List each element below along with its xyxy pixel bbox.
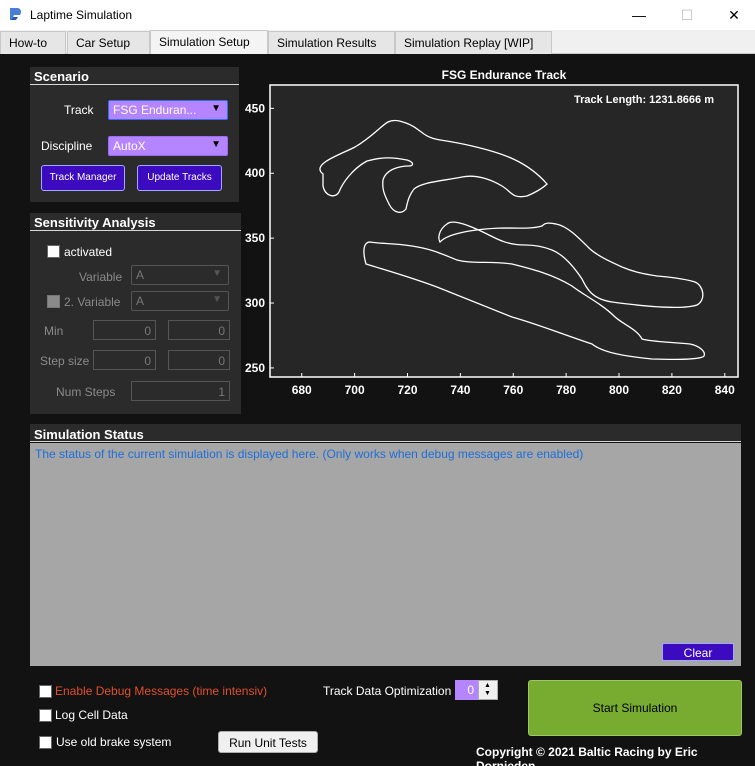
discipline-dropdown[interactable]: AutoX ▼ xyxy=(108,136,228,156)
x-tick-label: 760 xyxy=(503,383,523,397)
x-tick-label: 780 xyxy=(556,383,576,397)
y-tick-label: 450 xyxy=(245,101,265,115)
spin-down-icon[interactable]: ▼ xyxy=(484,690,491,697)
variable-value: A xyxy=(136,268,145,282)
x-tick-label: 680 xyxy=(292,383,312,397)
min-input-1[interactable]: 0 xyxy=(93,320,156,340)
track-value: FSG Enduran... xyxy=(113,103,197,117)
track-plot: 680 700 720 740 760 780 800 820 840 450 400 350 300… xyxy=(245,84,739,397)
step-size-input-1[interactable]: 0 xyxy=(93,350,156,370)
variable-label: Variable xyxy=(79,270,123,284)
debug-label: Enable Debug Messages (time intensiv) xyxy=(55,684,268,698)
log-cell-label: Log Cell Data xyxy=(55,708,128,722)
status-title: Simulation Status xyxy=(30,424,741,442)
minimize-button[interactable]: — xyxy=(616,0,662,30)
log-cell-checkbox[interactable] xyxy=(39,709,52,722)
track-label: Track xyxy=(64,103,94,117)
plot-area xyxy=(269,84,739,378)
tab-car-setup[interactable]: Car Setup xyxy=(67,31,150,54)
scenario-title: Scenario xyxy=(30,67,239,85)
status-output: The status of the current simulation is … xyxy=(30,443,741,666)
run-unit-tests-button[interactable]: Run Unit Tests xyxy=(218,731,318,753)
x-tick-label: 800 xyxy=(609,383,629,397)
variable2-label: 2. Variable xyxy=(64,295,121,309)
track-length-annotation: Track Length: 1231.8666 m xyxy=(574,94,714,106)
num-steps-input[interactable]: 1 xyxy=(131,381,230,401)
title-bar: Laptime Simulation — ☐ ✕ xyxy=(0,0,755,30)
step-size-label: Step size xyxy=(40,354,90,368)
tab-bar: How-to Car Setup Simulation Setup Simula… xyxy=(0,30,755,54)
clear-button[interactable]: Clear xyxy=(662,643,734,661)
variable-dropdown[interactable]: A ▼ xyxy=(131,265,229,285)
x-tick-label: 700 xyxy=(345,383,365,397)
variable2-value: A xyxy=(136,294,145,308)
copyright-text: Copyright © 2021 Baltic Racing by Eric D… xyxy=(476,745,698,766)
track-manager-button[interactable]: Track Manager xyxy=(41,165,125,191)
tab-simulation-replay[interactable]: Simulation Replay [WIP] xyxy=(395,31,552,54)
x-tick-label: 840 xyxy=(715,383,735,397)
x-tick-label: 720 xyxy=(397,383,417,397)
chevron-down-icon: ▼ xyxy=(212,268,222,279)
old-brake-checkbox[interactable] xyxy=(39,736,52,749)
track-dropdown[interactable]: FSG Enduran... ▼ xyxy=(108,100,228,120)
debug-checkbox[interactable] xyxy=(39,685,52,698)
sensitivity-panel: Sensitivity Analysis activated Variable … xyxy=(30,213,241,414)
y-tick-label: 400 xyxy=(245,166,265,180)
x-tick-label: 740 xyxy=(450,383,470,397)
app-logo-icon xyxy=(10,8,21,20)
chevron-down-icon: ▼ xyxy=(212,294,222,305)
activated-label: activated xyxy=(64,245,113,259)
y-tick-label: 300 xyxy=(245,296,265,310)
start-simulation-button[interactable]: Start Simulation xyxy=(528,680,742,736)
spin-up-icon[interactable]: ▲ xyxy=(484,682,491,689)
track-opt-spinner[interactable]: ▲ ▼ xyxy=(478,680,498,700)
min-label: Min xyxy=(44,324,64,338)
tab-simulation-setup[interactable]: Simulation Setup xyxy=(150,30,268,54)
activated-checkbox[interactable] xyxy=(47,245,60,258)
tab-simulation-results[interactable]: Simulation Results xyxy=(268,31,395,54)
old-brake-label: Use old brake system xyxy=(56,735,172,749)
track-opt-label: Track Data Optimization xyxy=(323,684,452,698)
status-message: The status of the current simulation is … xyxy=(35,447,584,461)
variable2-checkbox[interactable] xyxy=(47,295,60,308)
discipline-value: AutoX xyxy=(113,139,146,153)
window-title: Laptime Simulation xyxy=(30,8,133,22)
y-tick-label: 350 xyxy=(245,231,265,245)
close-button[interactable]: ✕ xyxy=(711,0,755,30)
update-tracks-button[interactable]: Update Tracks xyxy=(137,165,222,191)
min-input-2[interactable]: 0 xyxy=(168,320,230,340)
discipline-label: Discipline xyxy=(41,139,93,153)
maximize-button[interactable]: ☐ xyxy=(664,0,710,30)
tab-how-to[interactable]: How-to xyxy=(0,31,66,54)
x-tick-label: 820 xyxy=(662,383,682,397)
chevron-down-icon: ▼ xyxy=(211,139,221,150)
main-area: Scenario Track FSG Enduran... ▼ Discipli… xyxy=(0,54,755,766)
variable2-dropdown[interactable]: A ▼ xyxy=(131,291,229,311)
scenario-panel: Scenario Track FSG Enduran... ▼ Discipli… xyxy=(30,67,239,202)
track-opt-input[interactable]: 0 xyxy=(455,680,478,700)
step-size-input-2[interactable]: 0 xyxy=(168,350,230,370)
chevron-down-icon: ▼ xyxy=(211,103,221,114)
num-steps-label: Num Steps xyxy=(56,385,116,399)
sensitivity-title: Sensitivity Analysis xyxy=(30,213,241,231)
y-tick-label: 250 xyxy=(245,361,265,375)
